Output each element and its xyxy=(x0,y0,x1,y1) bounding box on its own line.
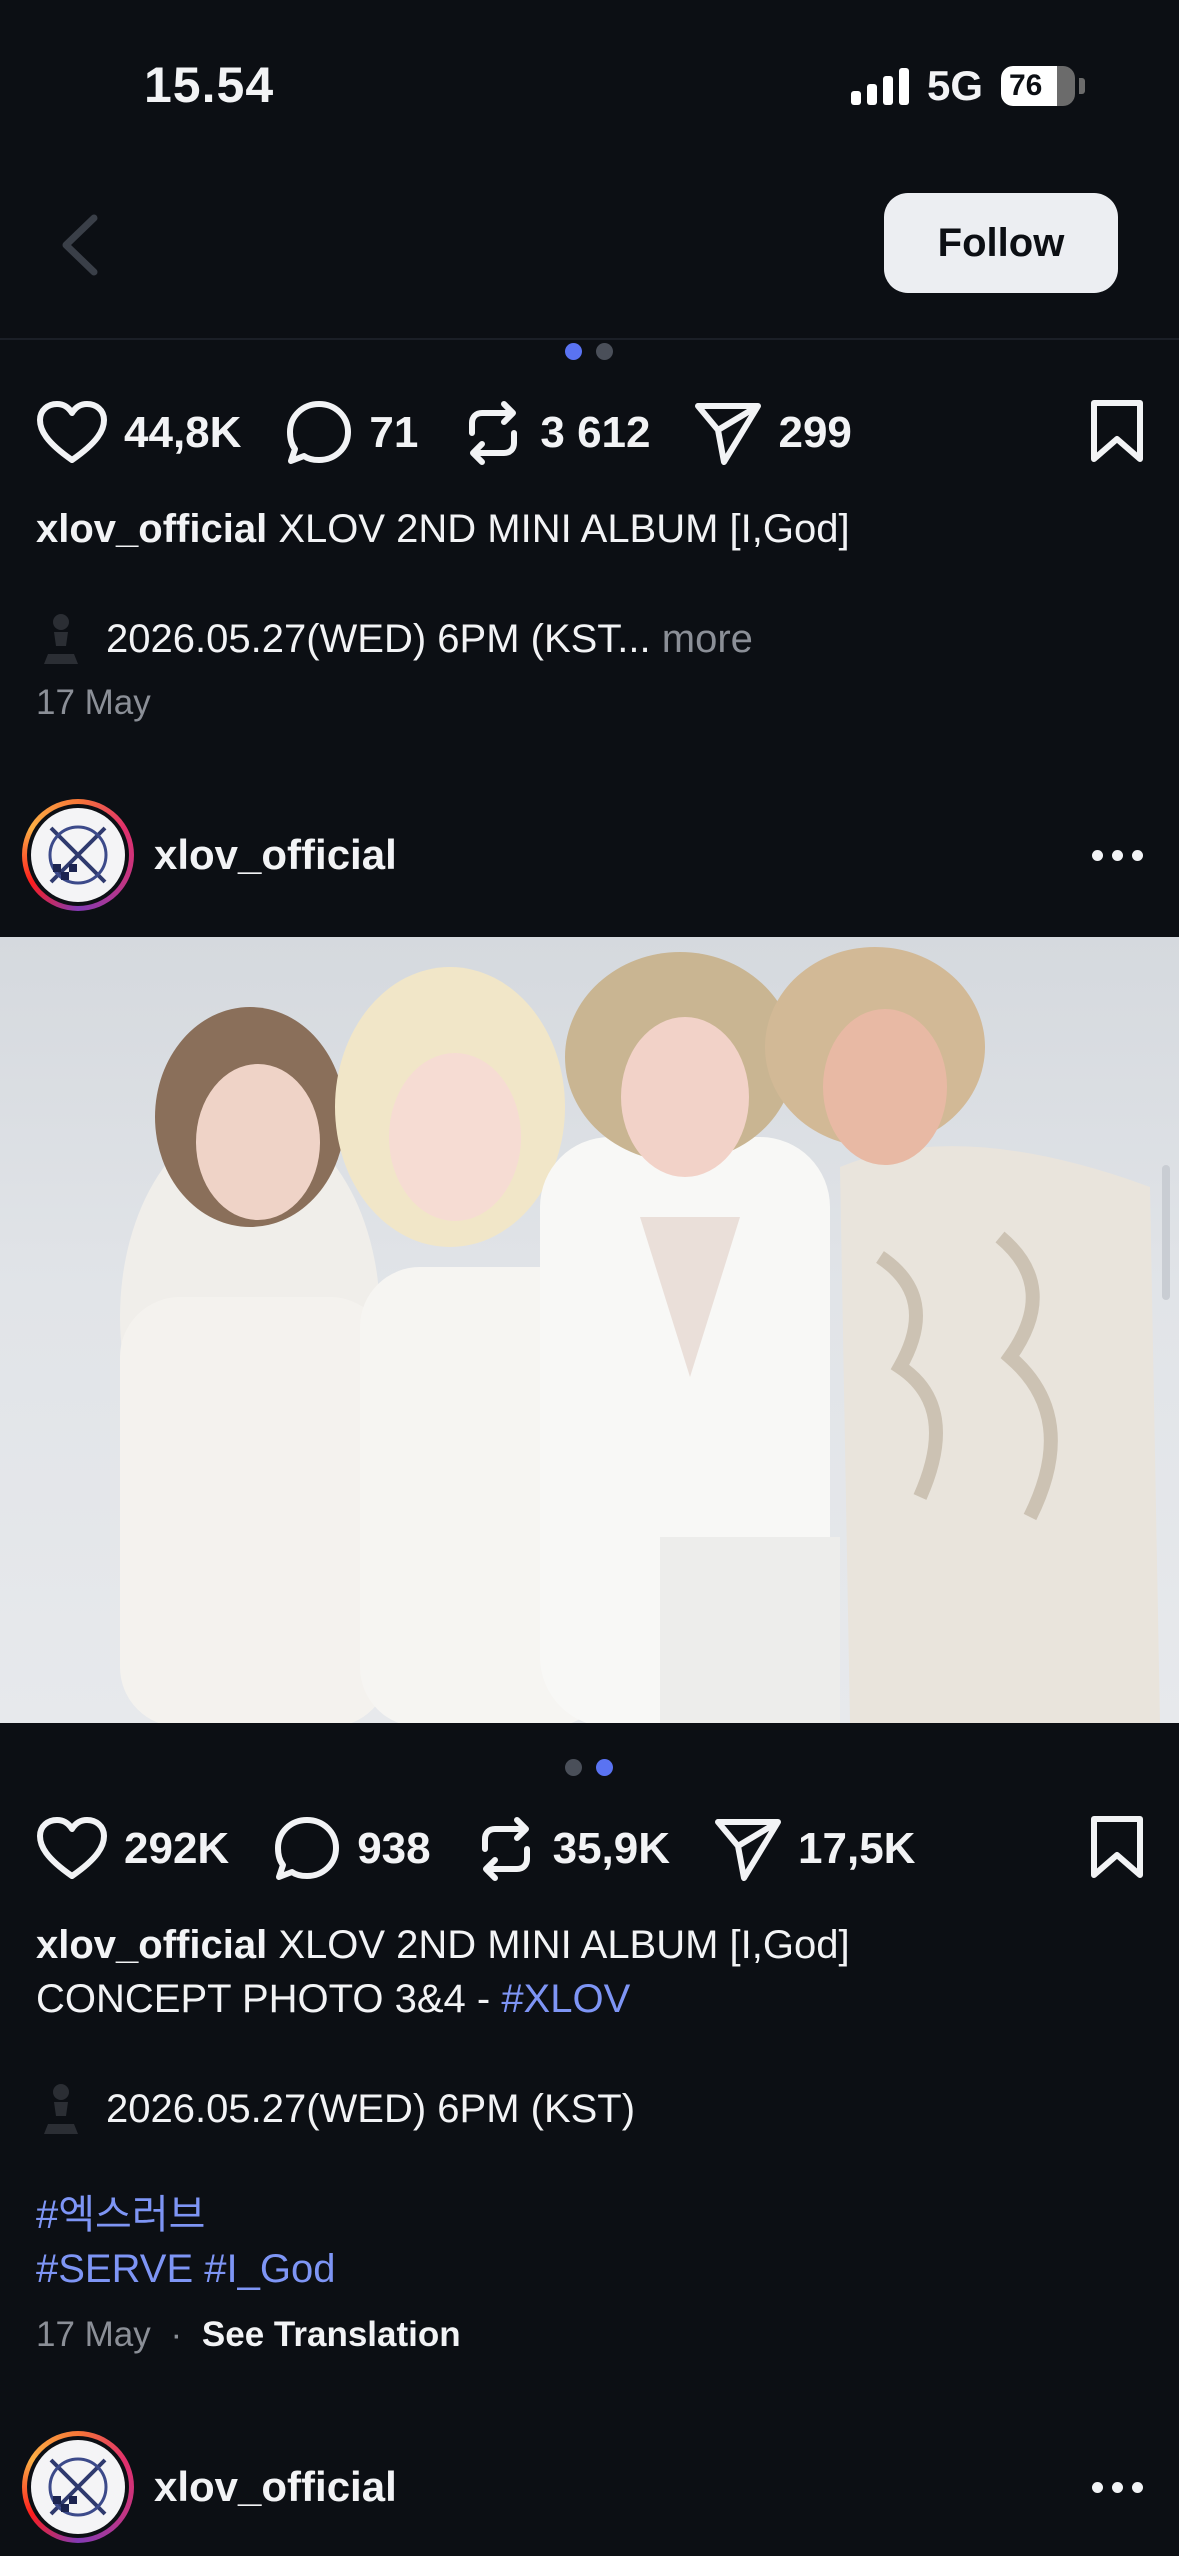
comment-icon xyxy=(287,401,352,464)
post2-hashtags: #엑스러브 #SERVE #I_God xyxy=(36,2188,1146,2296)
heart-icon xyxy=(37,1817,107,1879)
follow-button[interactable]: Follow xyxy=(884,193,1118,293)
more-icon[interactable] xyxy=(1092,849,1143,861)
post1-detail: 2026.05.27(WED) 6PM (KST... more xyxy=(36,610,1146,668)
heart-icon xyxy=(37,401,107,463)
more-icon[interactable] xyxy=(1092,2481,1143,2493)
repost-icon xyxy=(481,1817,530,1881)
like-button[interactable]: 44,8K xyxy=(36,400,241,466)
group-photo xyxy=(120,947,1160,1723)
caption-line1: XLOV 2ND MINI ALBUM [I,God] xyxy=(278,1923,850,1967)
battery-icon: 76 xyxy=(1001,66,1075,106)
bookmark-button[interactable] xyxy=(1088,398,1146,469)
repost-button[interactable]: 35,9K xyxy=(475,1815,670,1883)
battery-level: 76 xyxy=(1009,69,1043,102)
post3-header: xlov_official xyxy=(22,2431,1157,2543)
hashtag-xlov[interactable]: #XLOV xyxy=(501,1977,630,2021)
carousel-dot xyxy=(565,1759,582,1776)
avatar[interactable] xyxy=(22,2431,134,2543)
repost-count: 35,9K xyxy=(552,1824,671,1873)
share-icon xyxy=(715,1819,782,1881)
scroll-indicator[interactable] xyxy=(1162,1165,1170,1300)
chevron-left-icon xyxy=(62,214,98,276)
hashtag-korean[interactable]: #엑스러브 xyxy=(36,2193,205,2237)
hashtag-serve[interactable]: #SERVE xyxy=(36,2247,193,2291)
post2-username[interactable]: xlov_official xyxy=(154,831,397,879)
repost-button[interactable]: 3 612 xyxy=(462,399,650,467)
share-icon xyxy=(695,403,762,465)
signal-icon xyxy=(850,67,909,105)
post2-detail: 2026.05.27(WED) 6PM (KST) xyxy=(36,2080,1146,2138)
share-button[interactable]: 299 xyxy=(694,400,852,466)
bookmark-icon xyxy=(1091,399,1143,462)
header-divider xyxy=(0,338,1179,340)
share-count: 299 xyxy=(778,408,852,457)
status-indicators: 5G 76 xyxy=(850,62,1085,110)
carousel-dot-active xyxy=(565,343,582,360)
post-photo[interactable] xyxy=(0,937,1179,1723)
post2-action-bar: 292K 938 35,9K 17,5K xyxy=(36,1809,1146,1889)
status-time: 15.54 xyxy=(144,57,275,113)
caption-line2: CONCEPT PHOTO 3&4 - xyxy=(36,1977,491,2021)
separator: · xyxy=(170,2315,183,2354)
like-count: 292K xyxy=(124,1824,230,1873)
see-translation-link[interactable]: See Translation xyxy=(202,2315,461,2354)
carousel-dot-active xyxy=(596,1759,613,1776)
comment-count: 938 xyxy=(357,1824,431,1873)
caption-text: XLOV 2ND MINI ALBUM [I,God] xyxy=(278,507,850,551)
carousel-dot xyxy=(596,343,613,360)
carousel-dots xyxy=(565,1759,613,1776)
chess-pawn-icon xyxy=(44,2084,78,2134)
share-button[interactable]: 17,5K xyxy=(714,1816,915,1882)
back-button[interactable] xyxy=(50,200,110,290)
xlov-logo-icon xyxy=(48,825,108,885)
post1-action-bar: 44,8K 71 3 612 299 xyxy=(36,393,1146,473)
carousel-dots xyxy=(565,343,613,360)
avatar[interactable] xyxy=(22,799,134,911)
post1-date: 17 May xyxy=(36,683,151,722)
post1-caption: xlov_official XLOV 2ND MINI ALBUM [I,God… xyxy=(36,502,1146,556)
more-link[interactable]: more xyxy=(662,612,753,666)
comment-button[interactable]: 71 xyxy=(285,399,418,467)
caption-username[interactable]: xlov_official xyxy=(36,507,267,551)
comment-count: 71 xyxy=(369,408,419,457)
hashtag-i-god[interactable]: #I_God xyxy=(204,2247,335,2291)
post2-date-row: 17 May · See Translation xyxy=(36,2315,461,2355)
battery-cap xyxy=(1079,78,1085,94)
comment-icon xyxy=(275,1817,340,1880)
bookmark-icon xyxy=(1091,1815,1143,1878)
share-count: 17,5K xyxy=(798,1824,916,1873)
post2-date: 17 May xyxy=(36,2315,151,2354)
xlov-logo-icon xyxy=(48,2457,108,2517)
bookmark-button[interactable] xyxy=(1088,1814,1146,1885)
chess-pawn-icon xyxy=(44,614,78,664)
post3-username[interactable]: xlov_official xyxy=(154,2463,397,2511)
repost-icon xyxy=(469,401,518,465)
post2-caption: xlov_official XLOV 2ND MINI ALBUM [I,God… xyxy=(36,1918,1146,2026)
repost-count: 3 612 xyxy=(540,408,651,457)
like-count: 44,8K xyxy=(124,408,242,457)
post2-header: xlov_official xyxy=(22,799,1157,911)
post1-detail-text: 2026.05.27(WED) 6PM (KST... xyxy=(106,617,651,661)
caption-username[interactable]: xlov_official xyxy=(36,1923,267,1967)
network-label: 5G xyxy=(926,62,983,109)
like-button[interactable]: 292K xyxy=(36,1816,229,1882)
comment-button[interactable]: 938 xyxy=(273,1815,431,1883)
post2-detail-text: 2026.05.27(WED) 6PM (KST) xyxy=(106,2087,636,2131)
